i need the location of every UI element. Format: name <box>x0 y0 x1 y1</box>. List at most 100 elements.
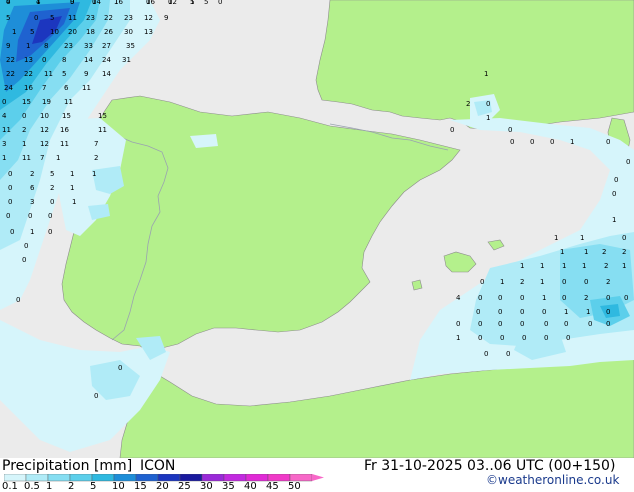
precip-value-label: 0 <box>520 294 524 302</box>
precip-value-label: 0 <box>16 296 20 304</box>
precipitation-map: 4 4 9 14 16 16 12 5 5 05 0 5 11 23 22 23 12 91 5 10 20 18 26 30… <box>0 0 634 458</box>
precip-value-label: 9 <box>164 14 168 22</box>
precip-value-label: 1 <box>584 248 588 256</box>
precip-value-label: 0 <box>562 294 566 302</box>
precip-value-label: 23 <box>64 42 73 50</box>
legend-swatch <box>91 474 115 482</box>
precip-value-label: 13 <box>24 56 33 64</box>
legend-swatch <box>25 474 49 482</box>
map-title: Precipitation [mm] <box>2 458 133 474</box>
precip-value-label: 0 <box>486 100 490 108</box>
precip-value-label: 0 <box>118 364 122 372</box>
precip-value-label: 1 <box>586 308 590 316</box>
precip-value-label: 7 <box>40 154 44 162</box>
precip-value-label: 2 <box>466 100 470 108</box>
precip-value-label: 27 <box>102 42 111 50</box>
precip-value-label: 0 <box>530 138 534 146</box>
precip-value-label: 1 <box>520 262 524 270</box>
legend-label: 0.5 <box>24 481 40 492</box>
precip-value-label: 0 <box>48 212 52 220</box>
precip-value-label: 0 <box>480 278 484 286</box>
precip-value-label: 23 <box>86 14 95 22</box>
precip-value-label: 1 <box>190 0 194 6</box>
valid-time: Fr 31-10-2025 03..06 UTC (00+150) <box>364 458 616 474</box>
precip-value-label: 2 <box>584 294 588 302</box>
precip-value-label: 3 <box>2 140 6 148</box>
precip-value-label: 1 <box>560 248 564 256</box>
precip-value-label: 1 <box>540 262 544 270</box>
precip-value-label: 11 <box>22 154 31 162</box>
legend-arrow <box>312 474 324 481</box>
precip-value-label: 1 <box>456 334 460 342</box>
precip-value-label: 0 <box>564 320 568 328</box>
precip-value-label: 0 <box>584 278 588 286</box>
precip-value-label: 0 <box>510 138 514 146</box>
precip-value-label: 11 <box>82 84 91 92</box>
precip-value-label: 0 <box>508 126 512 134</box>
precip-value-label: 18 <box>86 28 95 36</box>
precip-value-label: 9 <box>84 70 88 78</box>
precip-value-label: 0 <box>562 278 566 286</box>
precip-value-label: 16 <box>24 84 33 92</box>
precip-value-label: 0 <box>168 0 172 6</box>
precip-value-label: 20 <box>68 28 77 36</box>
precip-value-label: 0 <box>10 228 14 236</box>
precip-value-label: 1 <box>562 262 566 270</box>
precip-value-label: 0 <box>606 308 610 316</box>
precip-value-label: 1 <box>570 138 574 146</box>
legend-label: 10 <box>112 481 125 492</box>
precip-value-label: 4 <box>456 294 461 302</box>
precip-value-label: 12 <box>40 140 49 148</box>
precip-value-label: 1 <box>2 154 6 162</box>
precip-value-label: 1 <box>36 0 40 6</box>
precip-value-label: 1 <box>12 28 16 36</box>
precip-value-label: 7 <box>94 140 98 148</box>
precip-value-label: 12 <box>40 126 49 134</box>
precip-value-label: 4 <box>2 112 7 120</box>
precip-value-label: 0 <box>498 320 502 328</box>
precip-value-label: 2 <box>622 248 626 256</box>
legend-label: 50 <box>288 481 301 492</box>
precip-value-label: 0 <box>614 176 618 184</box>
precip-value-label: 22 <box>6 56 15 64</box>
precip-value-label: 0 <box>22 112 26 120</box>
land-ibiza <box>411 279 423 291</box>
precip-value-label: 0 <box>544 334 548 342</box>
legend-swatch <box>113 474 137 482</box>
precip-value-label: 2 <box>50 184 54 192</box>
precip-value-label: 5 <box>30 28 34 36</box>
precip-value-label: 1 <box>622 262 626 270</box>
legend-label: 45 <box>266 481 279 492</box>
precip-value-label: 0 <box>42 56 46 64</box>
legend-swatch <box>289 474 313 482</box>
precip-value-label: 6 <box>30 184 35 192</box>
precip-value-label: 0 <box>94 392 98 400</box>
precip-value-label: 15 <box>98 112 107 120</box>
precip-value-label: 1 <box>22 140 26 148</box>
precip-value-label: 0 <box>2 98 6 106</box>
legend-label: 5 <box>90 481 97 492</box>
credit: ©weatheronline.co.uk <box>486 473 620 487</box>
legend-label: 25 <box>178 481 191 492</box>
precip-value-label: 33 <box>84 42 93 50</box>
precip-value-label: 30 <box>124 28 133 36</box>
precip-value-label: 0 <box>478 334 482 342</box>
precip-value-label: 5 <box>204 0 208 6</box>
precip-value-label: 0 <box>588 320 592 328</box>
precip-value-label: 0 <box>542 308 546 316</box>
precip-value-label: 5 <box>50 170 54 178</box>
precip-value-label: 0 <box>500 334 504 342</box>
legend-label: 0.1 <box>2 481 18 492</box>
precip-value-label: 5 <box>50 14 54 22</box>
precip-value-label: 1 <box>612 216 616 224</box>
precip-value-label: 1 <box>500 278 504 286</box>
precip-value-label: 22 <box>104 14 113 22</box>
precip-value-label: 0 <box>550 138 554 146</box>
precip-value-label: 0 <box>612 190 616 198</box>
precip-value-label: 2 <box>30 170 34 178</box>
precip-value-label: 0 <box>34 14 38 22</box>
precip-value-label: 2 <box>606 278 610 286</box>
legend-label: 30 <box>200 481 213 492</box>
precip-value-label: 0 <box>626 158 630 166</box>
precip-value-label: 5 <box>62 70 66 78</box>
